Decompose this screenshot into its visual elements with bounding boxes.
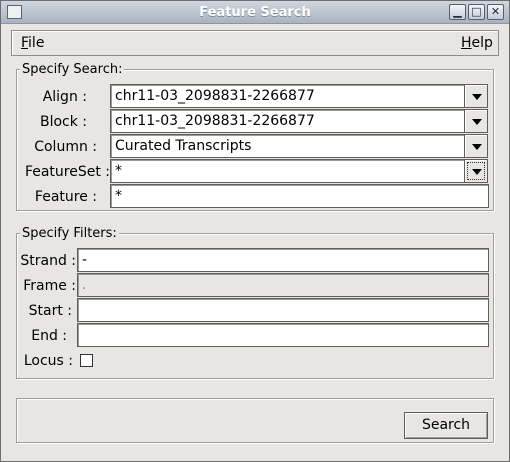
minimize-button[interactable]: ▁: [449, 4, 466, 20]
window-title: Feature Search: [199, 5, 311, 20]
align-combo[interactable]: chr11-03_2098831-2266877: [110, 84, 465, 108]
help-menu-mnemonic: H: [461, 35, 472, 51]
block-combo[interactable]: chr11-03_2098831-2266877: [110, 109, 465, 133]
specify-filters-title: Specify Filters:: [20, 226, 119, 241]
block-value: chr11-03_2098831-2266877: [115, 113, 315, 129]
featureset-label: FeatureSet :: [24, 164, 110, 180]
file-menu[interactable]: File: [21, 35, 44, 51]
featureset-dropdown-button[interactable]: [464, 159, 488, 183]
column-value: Curated Transcripts: [115, 138, 252, 154]
align-dropdown-button[interactable]: [464, 84, 488, 108]
align-label: Align :: [42, 89, 87, 105]
feature-input[interactable]: *: [110, 184, 489, 208]
title-bar[interactable]: Feature Search ▁ □ ✕: [1, 1, 509, 24]
close-button[interactable]: ✕: [487, 4, 504, 20]
feature-label: Feature :: [34, 189, 97, 205]
start-label: Start :: [28, 303, 72, 319]
block-dropdown-button[interactable]: [464, 109, 488, 133]
column-combo[interactable]: Curated Transcripts: [110, 134, 465, 158]
featureset-combo[interactable]: *: [110, 159, 465, 183]
end-input[interactable]: [77, 323, 489, 347]
featureset-value: *: [115, 163, 122, 179]
column-label: Column :: [34, 139, 97, 155]
locus-label: Locus :: [23, 353, 73, 369]
specify-search-title: Specify Search:: [20, 62, 125, 77]
feature-search-window: Feature Search ▁ □ ✕ File Help Specify S…: [0, 0, 510, 462]
maximize-button[interactable]: □: [468, 4, 485, 20]
locus-checkbox[interactable]: [80, 354, 93, 367]
start-input[interactable]: [77, 298, 489, 322]
help-menu-label: elp: [471, 35, 493, 51]
strand-input[interactable]: -: [77, 248, 489, 272]
column-dropdown-button[interactable]: [464, 134, 488, 158]
menu-bar: File Help: [11, 30, 499, 56]
strand-label: Strand :: [20, 253, 76, 269]
frame-input: .: [77, 273, 489, 297]
file-menu-label: ile: [28, 35, 45, 51]
file-menu-mnemonic: F: [21, 35, 29, 51]
end-label: End :: [31, 328, 67, 344]
align-value: chr11-03_2098831-2266877: [115, 88, 315, 104]
search-button[interactable]: Search: [404, 412, 488, 439]
frame-label: Frame :: [23, 278, 76, 294]
block-label: Block :: [39, 114, 87, 130]
help-menu[interactable]: Help: [461, 35, 493, 51]
